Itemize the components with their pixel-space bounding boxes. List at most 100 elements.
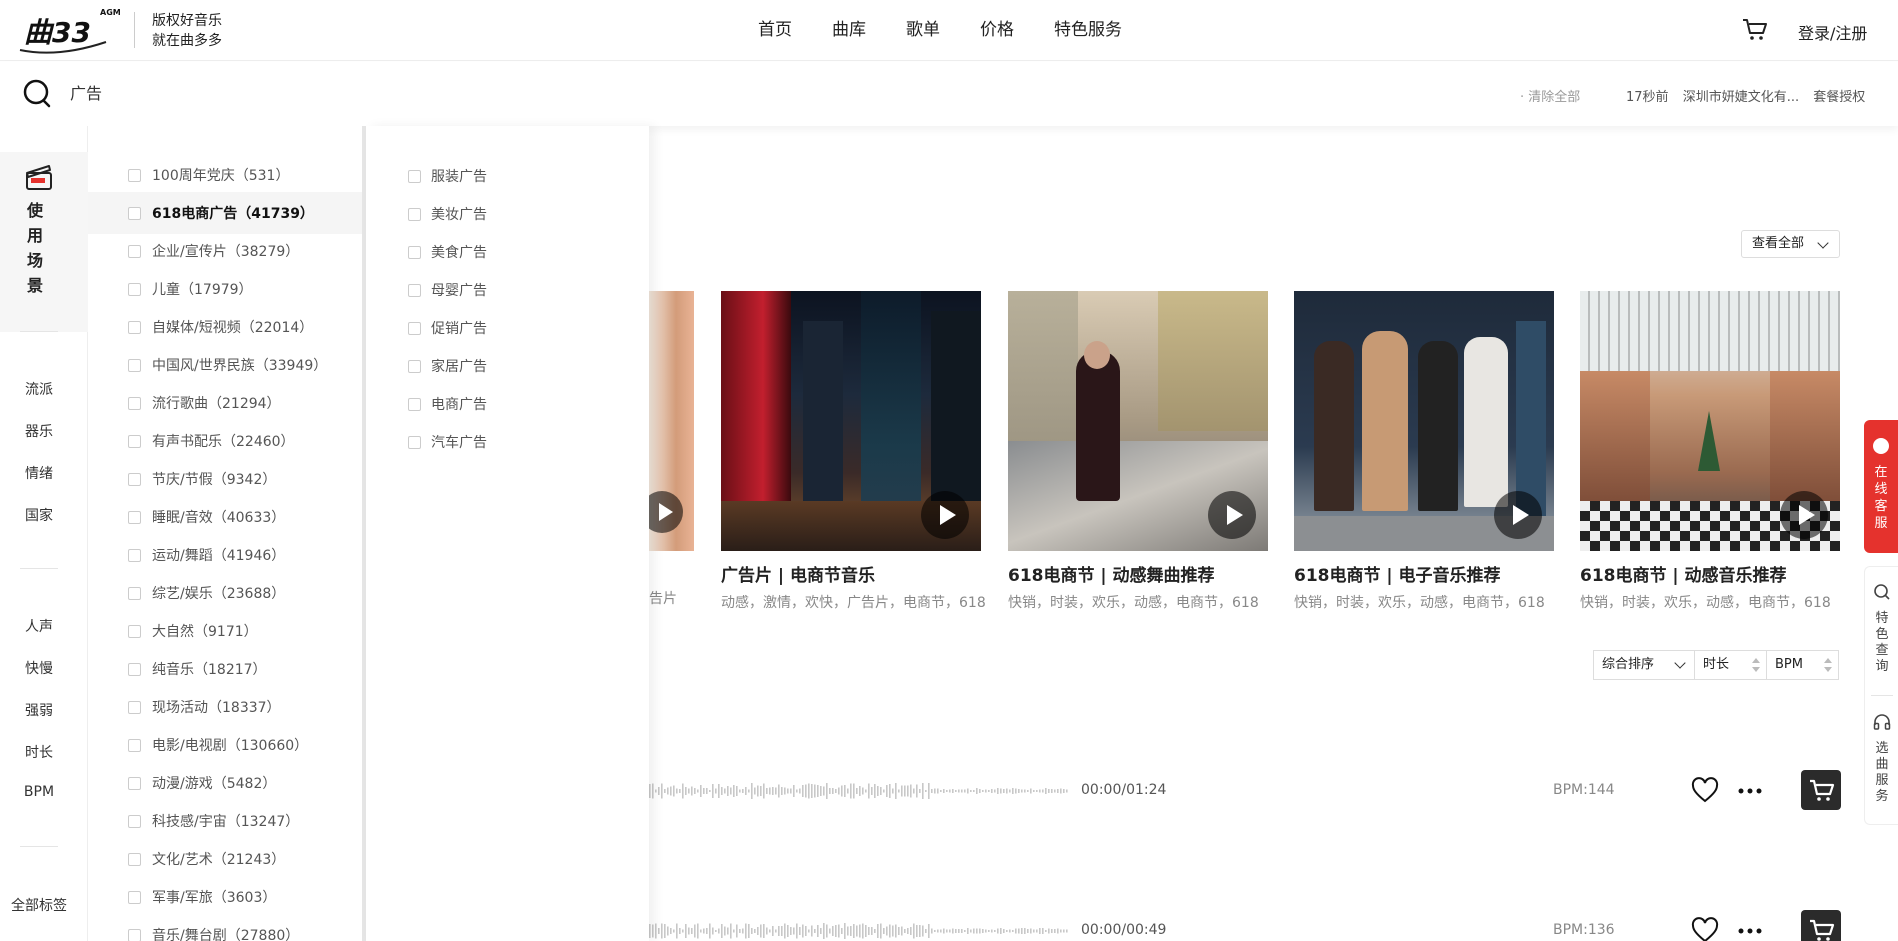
nav-pricing[interactable]: 价格 [980, 0, 1014, 61]
category-item[interactable]: 中国风/世界民族（33949） [88, 344, 362, 386]
card-title[interactable]: 广告片 | 电商节音乐 [721, 561, 981, 586]
category-item[interactable]: 自媒体/短视频（22014） [88, 306, 362, 348]
sort-combined-select[interactable]: 综合排序 [1593, 650, 1695, 680]
category-item[interactable]: 流行歌曲（21294） [88, 382, 362, 424]
online-service-button[interactable]: 在线客服 [1864, 420, 1898, 553]
subcategory-item[interactable]: 美妆广告 [366, 195, 487, 233]
subcategory-item[interactable]: 家居广告 [366, 347, 487, 385]
rail-item-intensity[interactable]: 强弱 [0, 700, 78, 720]
checkbox[interactable] [408, 321, 421, 335]
category-item[interactable]: 电影/电视剧（130660） [88, 724, 362, 766]
checkbox[interactable] [128, 700, 141, 714]
rail-item-bpm[interactable]: BPM [0, 784, 78, 800]
playlist-card[interactable]: 广告片 | 电商节音乐 动感，激情，欢快，广告片，电商节，618 [721, 291, 986, 612]
heart-icon[interactable] [1691, 917, 1719, 941]
search-icon[interactable] [1873, 583, 1891, 605]
brand-logo[interactable]: 曲33 AGM [18, 6, 123, 56]
checkbox[interactable] [128, 928, 141, 941]
category-item[interactable]: 睡眠/音效（40633） [88, 496, 362, 538]
nav-library[interactable]: 曲库 [832, 0, 866, 61]
checkbox[interactable] [408, 245, 421, 259]
headphones-icon[interactable] [1873, 713, 1891, 735]
search-icon[interactable] [22, 78, 54, 110]
subcategory-item[interactable]: 美食广告 [366, 233, 487, 271]
sort-duration[interactable]: 时长 [1695, 650, 1767, 680]
category-item[interactable]: 文化/艺术（21243） [88, 838, 362, 880]
add-to-cart-button[interactable] [1801, 910, 1841, 941]
category-item[interactable]: 100周年党庆（531） [88, 154, 362, 196]
category-item[interactable]: 节庆/节假（9342） [88, 458, 362, 500]
category-item[interactable]: 科技感/宇宙（13247） [88, 800, 362, 842]
checkbox[interactable] [128, 282, 141, 296]
rail-item-mood[interactable]: 情绪 [0, 463, 78, 483]
nav-special-services[interactable]: 特色服务 [1054, 0, 1122, 61]
rail-active-title[interactable]: 使用场景 [27, 198, 47, 298]
checkbox[interactable] [128, 168, 141, 182]
checkbox[interactable] [128, 548, 141, 562]
checkbox[interactable] [128, 434, 141, 448]
card-thumbnail[interactable] [721, 291, 981, 551]
special-search-label[interactable]: 特色查询 [1873, 611, 1891, 675]
card-thumbnail[interactable] [1008, 291, 1268, 551]
checkbox[interactable] [128, 890, 141, 904]
checkbox[interactable] [128, 358, 141, 372]
more-icon[interactable] [1735, 778, 1765, 804]
checkbox[interactable] [408, 359, 421, 373]
checkbox[interactable] [408, 283, 421, 297]
view-all-button[interactable]: 查看全部 [1741, 230, 1840, 258]
checkbox[interactable] [408, 207, 421, 221]
category-item[interactable]: 有声书配乐（22460） [88, 420, 362, 462]
category-item[interactable]: 企业/宣传片（38279） [88, 230, 362, 272]
checkbox[interactable] [128, 396, 141, 410]
waveform[interactable] [649, 770, 1069, 812]
category-item[interactable]: 儿童（17979） [88, 268, 362, 310]
checkbox[interactable] [408, 397, 421, 411]
checkbox[interactable] [128, 510, 141, 524]
card-title[interactable]: 618电商节 | 动感音乐推荐 [1580, 561, 1840, 586]
sort-bpm[interactable]: BPM [1767, 650, 1839, 680]
rail-item-tempo[interactable]: 快慢 [0, 658, 78, 678]
nav-home[interactable]: 首页 [758, 0, 792, 61]
waveform[interactable] [649, 910, 1069, 941]
category-item[interactable]: 军事/军旅（3603） [88, 876, 362, 918]
nav-playlists[interactable]: 歌单 [906, 0, 940, 61]
checkbox[interactable] [128, 624, 141, 638]
music-selection-label[interactable]: 选曲服务 [1873, 741, 1891, 805]
subcategory-item[interactable]: 母婴广告 [366, 271, 487, 309]
checkbox[interactable] [128, 472, 141, 486]
category-item[interactable]: 618电商广告（41739） [88, 192, 362, 234]
card-title[interactable]: 618电商节 | 动感舞曲推荐 [1008, 561, 1268, 586]
clear-all-history[interactable]: · 清除全部 [1520, 86, 1580, 105]
category-item[interactable]: 纯音乐（18217） [88, 648, 362, 690]
recent-search-item[interactable]: 深圳市妍婕文化有... [1683, 90, 1799, 105]
category-item[interactable]: 运动/舞蹈（41946） [88, 534, 362, 576]
category-item[interactable]: 大自然（9171） [88, 610, 362, 652]
checkbox[interactable] [128, 206, 141, 220]
subcategory-item[interactable]: 促销广告 [366, 309, 487, 347]
add-to-cart-button[interactable] [1801, 770, 1841, 810]
category-item[interactable]: 现场活动（18337） [88, 686, 362, 728]
subcategory-item[interactable]: 服装广告 [366, 157, 487, 195]
card-thumbnail[interactable] [1294, 291, 1554, 551]
play-icon[interactable] [921, 491, 969, 539]
card-title[interactable]: 618电商节 | 电子音乐推荐 [1294, 561, 1554, 586]
recent-search-item[interactable]: 套餐授权 [1813, 90, 1865, 105]
card-partial[interactable] [649, 291, 694, 551]
subcategory-item[interactable]: 汽车广告 [366, 423, 487, 461]
card-thumbnail[interactable] [1580, 291, 1840, 551]
category-item[interactable]: 音乐/舞台剧（27880） [88, 914, 362, 941]
checkbox[interactable] [128, 814, 141, 828]
rail-item-vocal[interactable]: 人声 [0, 616, 78, 636]
category-item[interactable]: 动漫/游戏（5482） [88, 762, 362, 804]
rail-item-duration[interactable]: 时长 [0, 742, 78, 762]
checkbox[interactable] [128, 738, 141, 752]
checkbox[interactable] [408, 435, 421, 449]
play-icon[interactable] [1494, 491, 1542, 539]
heart-icon[interactable] [1691, 777, 1719, 805]
checkbox[interactable] [128, 662, 141, 676]
rail-all-tags[interactable]: 全部标签 [0, 895, 78, 915]
subcategory-item[interactable]: 电商广告 [366, 385, 487, 423]
rail-item-instrument[interactable]: 器乐 [0, 421, 78, 441]
checkbox[interactable] [128, 244, 141, 258]
checkbox[interactable] [128, 852, 141, 866]
